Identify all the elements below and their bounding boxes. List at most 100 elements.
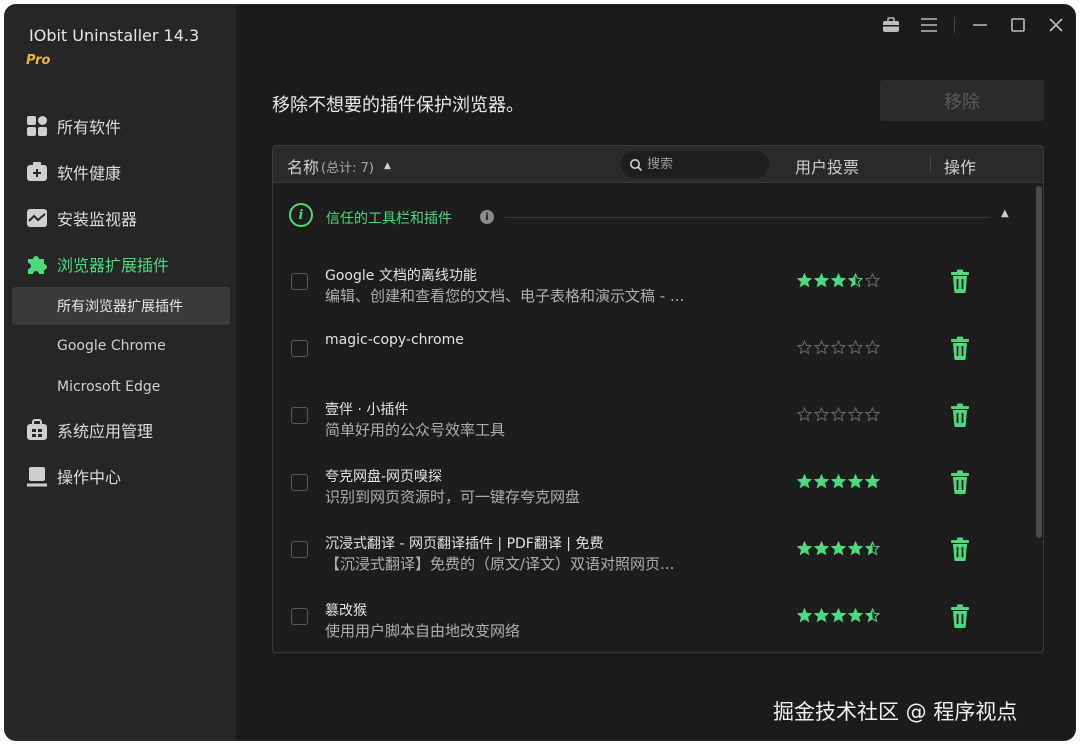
rating-stars <box>797 340 880 355</box>
sidebar-item-label: 浏览器扩展插件 <box>57 256 170 275</box>
star-icon <box>848 273 863 288</box>
scrollbar-thumb[interactable] <box>1036 186 1042 538</box>
table-row[interactable]: 篡改猴 使用用户脚本自由地改变网络 <box>273 584 1033 651</box>
star-icon <box>848 608 863 623</box>
windows-apps-icon <box>25 418 49 442</box>
column-name-label: 名称 <box>287 158 320 177</box>
star-icon <box>797 608 812 623</box>
extension-title: 沉浸式翻译 - 网页翻译插件 | PDF翻译 | 免费 <box>325 536 604 552</box>
help-info-icon[interactable]: i <box>480 210 494 224</box>
star-icon <box>814 273 829 288</box>
watermark-text: 掘金技术社区 @ 程序视点 <box>773 700 1018 724</box>
extensions-panel: 名称 (总计: 7) ▲ 用户投票 操作 i 信任的工具栏和插件 i ▲ <box>272 145 1044 653</box>
sidebar-item-label: 安装监视器 <box>57 210 138 229</box>
sidebar-item-label: 系统应用管理 <box>57 422 154 441</box>
app-title: IObit Uninstaller 14.3 <box>29 26 200 45</box>
star-icon <box>848 541 863 556</box>
extension-title: 篡改猴 <box>325 603 367 619</box>
trash-icon <box>951 537 969 561</box>
sidebar-subitem-google-chrome[interactable]: Google Chrome <box>5 325 237 366</box>
sidebar-item-software-health[interactable]: 软件健康 <box>5 149 237 195</box>
sidebar-item-all-software[interactable]: 所有软件 <box>5 103 237 149</box>
star-icon <box>848 474 863 489</box>
delete-button[interactable] <box>949 403 971 427</box>
sidebar-subitem-microsoft-edge[interactable]: Microsoft Edge <box>5 366 237 407</box>
star-icon <box>797 407 812 422</box>
trash-icon <box>951 336 969 360</box>
table-row[interactable]: 夸克网盘-网页嗅探 识别到网页资源时，可一键存夸克网盘 <box>273 450 1033 517</box>
star-icon <box>831 273 846 288</box>
puzzle-icon <box>25 252 49 276</box>
star-icon <box>814 407 829 422</box>
star-icon <box>814 474 829 489</box>
row-checkbox[interactable] <box>291 474 308 491</box>
star-icon <box>831 340 846 355</box>
star-icon <box>797 541 812 556</box>
sidebar-item-action-center[interactable]: 操作中心 <box>5 453 237 499</box>
sort-ascending-icon: ▲ <box>383 161 391 171</box>
delete-button[interactable] <box>949 604 971 628</box>
sidebar-subitem-label: Google Chrome <box>57 337 166 354</box>
extension-description: 【沉浸式翻译】免费的（原文/译文）双语对照网页... <box>325 555 675 573</box>
star-icon <box>865 541 880 556</box>
row-checkbox[interactable] <box>291 608 308 625</box>
remove-button[interactable]: 移除 <box>880 80 1044 121</box>
star-icon <box>831 541 846 556</box>
star-icon <box>865 273 880 288</box>
sidebar-subitem-label: Microsoft Edge <box>57 378 161 395</box>
star-icon <box>865 340 880 355</box>
delete-button[interactable] <box>949 537 971 561</box>
search-icon <box>630 158 643 171</box>
table-row[interactable]: magic-copy-chrome <box>273 316 1033 383</box>
page-headline: 移除不想要的插件保护浏览器。 <box>272 95 524 116</box>
search-input[interactable] <box>647 157 757 172</box>
delete-button[interactable] <box>949 470 971 494</box>
rating-stars <box>797 407 880 422</box>
star-icon <box>797 474 812 489</box>
group-header-trusted[interactable]: i 信任的工具栏和插件 i ▲ <box>273 183 1043 249</box>
star-icon <box>865 407 880 422</box>
sidebar-subitem-all-extensions[interactable]: 所有浏览器扩展插件 <box>12 287 230 325</box>
delete-button[interactable] <box>949 336 971 360</box>
star-icon <box>831 407 846 422</box>
extension-title: magic-copy-chrome <box>325 332 464 348</box>
star-icon <box>797 340 812 355</box>
sidebar-item-browser-extensions[interactable]: 浏览器扩展插件 <box>5 241 237 287</box>
sidebar-item-label: 操作中心 <box>57 468 122 487</box>
apps-grid-icon <box>25 114 49 138</box>
column-action: 操作 <box>944 158 977 177</box>
trash-icon <box>951 604 969 628</box>
rating-stars <box>797 608 880 623</box>
table-header: 名称 (总计: 7) ▲ 用户投票 操作 <box>273 146 1043 183</box>
table-row[interactable]: 壹伴 · 小插件 简单好用的公众号效率工具 <box>273 383 1033 450</box>
row-checkbox[interactable] <box>291 541 308 558</box>
extension-description: 简单好用的公众号效率工具 <box>325 421 506 439</box>
app-window: IObit Uninstaller 14.3 Pro 所有软件 软件健康 安装监… <box>4 4 1076 741</box>
group-divider <box>505 217 989 218</box>
star-icon <box>831 474 846 489</box>
sidebar-item-install-monitor[interactable]: 安装监视器 <box>5 195 237 241</box>
row-checkbox[interactable] <box>291 273 308 290</box>
table-row[interactable]: 沉浸式翻译 - 网页翻译插件 | PDF翻译 | 免费【沉浸式翻译】免费的（原文… <box>273 517 1033 584</box>
sidebar-item-label: 软件健康 <box>57 164 122 183</box>
row-checkbox[interactable] <box>291 407 308 424</box>
row-checkbox[interactable] <box>291 340 308 357</box>
star-icon <box>848 407 863 422</box>
rating-stars <box>797 541 880 556</box>
search-box[interactable] <box>621 151 769 178</box>
trash-icon <box>951 403 969 427</box>
table-row[interactable]: Google 文档的离线功能 编辑、创建和查看您的文档、电子表格和演示文稿 - .… <box>273 249 1033 316</box>
sidebar-nav: 所有软件 软件健康 安装监视器 浏览器扩展插件 所有浏览器扩展插件 Google… <box>5 103 237 499</box>
column-user-votes[interactable]: 用户投票 <box>795 154 859 178</box>
total-count: (总计: 7) <box>321 160 374 176</box>
extension-description: 编辑、创建和查看您的文档、电子表格和演示文稿 - ... <box>325 287 685 305</box>
sidebar-item-system-apps[interactable]: 系统应用管理 <box>5 407 237 453</box>
app-edition: Pro <box>26 53 51 68</box>
collapse-arrow-icon[interactable]: ▲ <box>1001 208 1009 219</box>
trash-icon <box>951 470 969 494</box>
column-name[interactable]: 名称 (总计: 7) ▲ <box>287 154 391 178</box>
star-icon <box>865 474 880 489</box>
delete-button[interactable] <box>949 269 971 293</box>
main-content: 移除不想要的插件保护浏览器。 移除 名称 (总计: 7) ▲ 用户投票 操作 i <box>237 5 1075 740</box>
sidebar-subitem-label: 所有浏览器扩展插件 <box>57 299 183 315</box>
